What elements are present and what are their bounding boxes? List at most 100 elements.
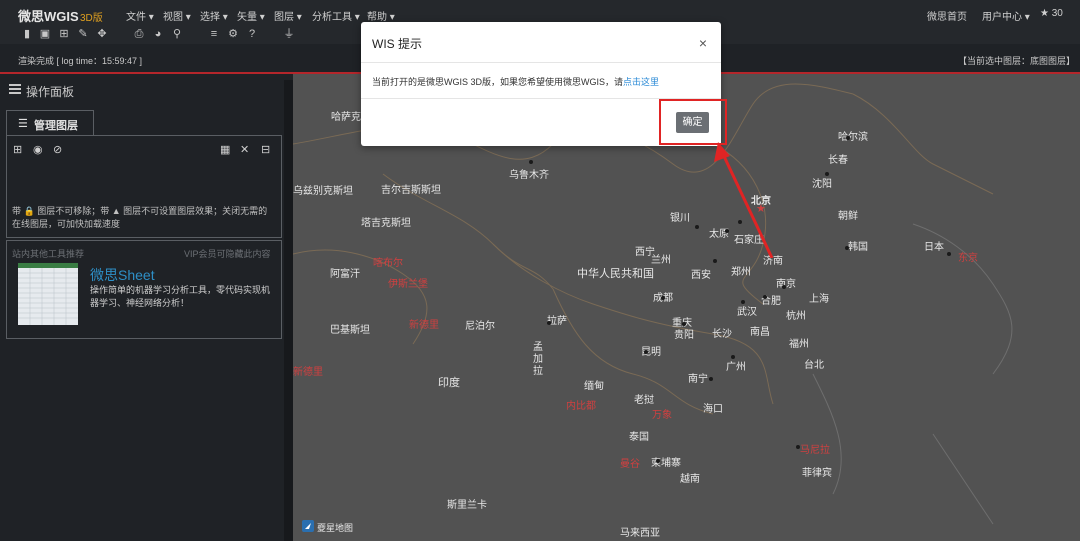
- map-label: 吉尔吉斯斯坦: [381, 185, 441, 196]
- city-marker: [782, 285, 786, 289]
- map-label: 阿富汗: [330, 269, 360, 280]
- map-label: 杭州: [786, 311, 806, 322]
- panel-title: 操作面板: [26, 85, 75, 99]
- map-label: 泰国: [629, 432, 649, 443]
- map-label: 海口: [703, 404, 723, 415]
- search-icon[interactable]: ⚲: [170, 27, 184, 41]
- brand-logo[interactable]: 微思WGIS: [18, 6, 79, 25]
- city-marker: [825, 172, 829, 176]
- map-label: 老挝: [634, 395, 654, 406]
- map-label: 哈尔滨: [838, 132, 868, 143]
- hide-layer-icon[interactable]: ⊘: [53, 143, 62, 156]
- palette-icon[interactable]: ◕: [151, 27, 165, 41]
- dialog-divider: [361, 62, 721, 63]
- save-icon[interactable]: ▣: [38, 27, 52, 41]
- map-label: 郑州: [731, 267, 751, 278]
- show-layer-icon[interactable]: ◉: [33, 143, 43, 156]
- calculator-icon[interactable]: ▦: [220, 143, 230, 156]
- city-marker: [846, 136, 850, 140]
- map-label: 东京: [958, 253, 978, 264]
- print-icon[interactable]: ⎙: [132, 27, 146, 41]
- map-label: 韩国: [848, 242, 868, 253]
- city-marker: [644, 350, 648, 354]
- city-marker: [796, 445, 800, 449]
- menu-analysis-tools[interactable]: 分析工具 ▾: [312, 8, 360, 23]
- current-layer-status: 【当前选中图层：底图图层】: [958, 56, 1076, 66]
- map-label-country: 印度: [438, 377, 460, 389]
- dialog-message-text: 当前打开的是微思WGIS 3D版，如果您希望使用微思WGIS，请: [372, 77, 624, 87]
- menu-vector[interactable]: 矢量 ▾: [237, 8, 265, 23]
- add-layer-icon[interactable]: ⊞: [13, 143, 22, 156]
- city-marker: [529, 160, 533, 164]
- menu-select[interactable]: 选择 ▾: [200, 8, 228, 23]
- map-label: 武汉: [737, 307, 757, 318]
- map-label: 伊斯兰堡: [388, 279, 428, 290]
- help-icon[interactable]: ?: [245, 27, 259, 41]
- map-label: 喀布尔: [373, 258, 403, 269]
- layer-hint-text: 带 🔒 图层不可移除；带 ▲ 图层不可设置图层效果；关闭无需的在线图层，可加快加…: [12, 206, 268, 229]
- map-label: 曼谷: [620, 459, 640, 470]
- map-label: 贵阳: [674, 330, 694, 341]
- map-label: 尼泊尔: [465, 321, 495, 332]
- menu-file[interactable]: 文件 ▾: [126, 8, 154, 23]
- click-here-link[interactable]: 点击这里: [623, 77, 659, 87]
- city-marker: [763, 295, 767, 299]
- tool-thumbnail[interactable]: [18, 263, 78, 325]
- plugin-icon[interactable]: ⏚: [282, 27, 296, 41]
- tool-title[interactable]: 微思Sheet: [90, 265, 155, 285]
- tools-icon[interactable]: ✕: [240, 143, 249, 156]
- menu-view[interactable]: 视图 ▾: [163, 8, 191, 23]
- map-label: 兰州: [651, 255, 671, 266]
- map-label: 马来西亚: [620, 528, 660, 539]
- map-label: 台北: [804, 360, 824, 371]
- map-label: 马尼拉: [800, 445, 830, 456]
- map-label: 新德里: [409, 320, 439, 331]
- map-label: 上海: [809, 294, 829, 305]
- map-label: 广州: [726, 362, 746, 373]
- map-attribution: 夒星地图: [317, 523, 354, 533]
- dialog-message: 当前打开的是微思WGIS 3D版，如果您希望使用微思WGIS，请点击这里: [372, 75, 659, 88]
- city-marker: [713, 259, 717, 263]
- render-status: 渲染完成 [ log time：15:59:47 ]: [18, 56, 143, 66]
- city-marker: [741, 300, 745, 304]
- star-count: 30: [1051, 8, 1063, 19]
- city-marker: [731, 355, 735, 359]
- map-label: 银川: [670, 213, 690, 224]
- star-counter[interactable]: ★ 30: [1040, 8, 1063, 19]
- close-icon[interactable]: ×: [696, 35, 710, 51]
- tab-manage-layers-label: 管理图层: [34, 120, 78, 132]
- menu-layer[interactable]: 图层 ▾: [274, 8, 302, 23]
- map-label: 塔吉克斯坦: [361, 218, 411, 229]
- map-label: 乌兹别克斯坦: [293, 186, 353, 197]
- map-label: 孟加拉: [533, 342, 543, 377]
- panel-splitter[interactable]: [284, 80, 293, 541]
- annotation-arrow-icon: [714, 142, 774, 258]
- new-file-icon[interactable]: ▮: [20, 27, 34, 41]
- city-marker: [547, 321, 551, 325]
- menu-help[interactable]: 帮助 ▾: [367, 8, 395, 23]
- map-label: 巴基斯坦: [330, 325, 370, 336]
- user-center-menu[interactable]: 用户中心 ▾: [982, 8, 1030, 23]
- map-label: 南宁: [688, 374, 708, 385]
- tool-recommendation-heading: 站内其他工具推荐: [12, 249, 85, 259]
- map-label-country: 中华人民共和国: [577, 268, 654, 280]
- map-label: 缅甸: [584, 381, 604, 392]
- gear-icon[interactable]: ⚙: [226, 27, 240, 41]
- city-marker: [661, 296, 665, 300]
- city-marker: [845, 246, 849, 250]
- add-icon[interactable]: ⊞: [57, 27, 71, 41]
- map-label: 南京: [776, 279, 796, 290]
- edit-icon[interactable]: ✎: [76, 27, 90, 41]
- city-marker: [656, 459, 660, 463]
- vip-hide-note[interactable]: VIP会员可隐藏此内容: [184, 247, 271, 260]
- stack-icon[interactable]: ≡: [207, 27, 221, 41]
- map-label: 万象: [652, 410, 672, 421]
- list-icon: ☰: [18, 118, 28, 130]
- map-label: 南昌: [750, 327, 770, 338]
- city-marker: [947, 252, 951, 256]
- home-link[interactable]: 微思首页: [927, 8, 967, 23]
- map-label: 沈阳: [812, 179, 832, 190]
- move-icon[interactable]: ✥: [95, 27, 109, 41]
- table-icon[interactable]: ⊟: [261, 143, 270, 156]
- panel-icon: [9, 84, 21, 94]
